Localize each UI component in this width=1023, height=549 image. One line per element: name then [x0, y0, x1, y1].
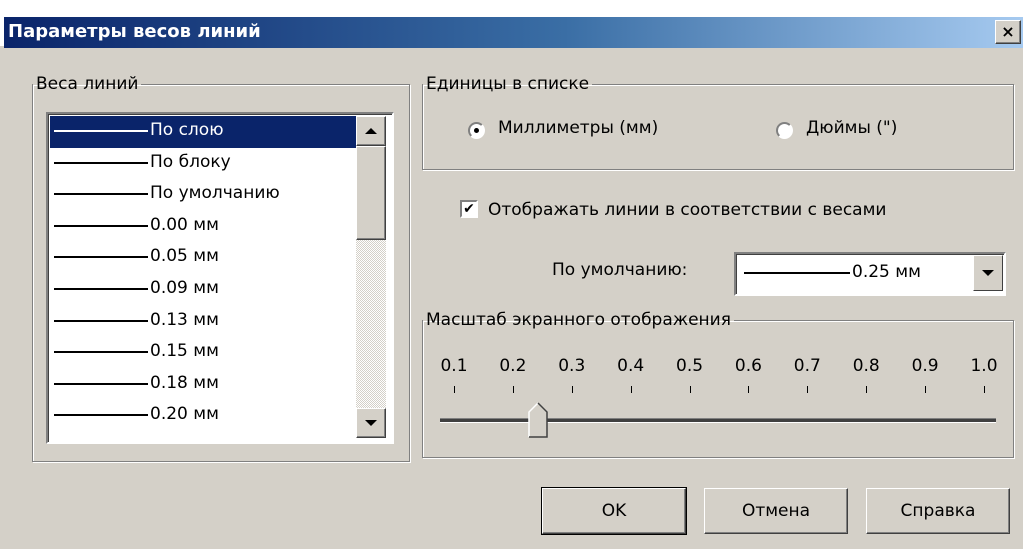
radio-selected-dot [474, 128, 479, 133]
scale-group: Масштаб экранного отображения [422, 310, 1014, 458]
scale-slider-thumb[interactable] [528, 402, 548, 438]
help-button[interactable]: Справка [866, 488, 1010, 534]
scale-tick-label: 0.2 [499, 356, 527, 376]
radio-mm[interactable] [468, 122, 485, 139]
scale-tick-mark [866, 386, 868, 393]
default-weight-value: 0.25 мм [852, 262, 921, 282]
list-item[interactable]: 0.15 мм [50, 337, 356, 369]
scroll-down-button[interactable] [356, 408, 386, 438]
list-item-label: 0.20 мм [150, 404, 219, 425]
radio-inch-label[interactable]: Дюймы (") [806, 118, 897, 138]
scale-tick-label: 1.0 [970, 356, 998, 376]
weights-scrollbar[interactable] [356, 116, 386, 438]
scale-tick-label: 0.6 [734, 356, 762, 376]
scroll-up-button[interactable] [356, 116, 386, 146]
scale-tick-label: 0.8 [852, 356, 880, 376]
list-item[interactable]: 0.13 мм [50, 306, 356, 338]
line-sample [54, 351, 148, 354]
list-item[interactable]: 0.05 мм [50, 242, 356, 274]
list-item-label: 0.09 мм [150, 277, 219, 298]
scale-tick-label: 0.9 [911, 356, 939, 376]
line-sample [54, 193, 148, 196]
line-sample [54, 382, 148, 385]
scale-tick-mark [512, 386, 514, 393]
checkmark-icon: ✔ [463, 201, 475, 217]
dropdown-button[interactable] [973, 255, 1003, 291]
chevron-down-icon [982, 270, 994, 276]
scale-tick-mark [454, 386, 455, 393]
line-sample [54, 319, 148, 322]
scale-tick-mark [689, 386, 691, 393]
list-item[interactable]: По слою [50, 116, 356, 148]
list-item[interactable]: 0.09 мм [50, 274, 356, 306]
list-item-label: По умолчанию [150, 183, 280, 204]
scale-tick-mark [925, 386, 927, 393]
scale-tick-label: 0.3 [558, 356, 586, 376]
scale-tick-label: 0.1 [440, 356, 468, 376]
scale-tick-label: 0.5 [676, 356, 704, 376]
list-item-label: 0.13 мм [150, 309, 219, 330]
scale-ticks: 0.1 0.2 0.3 0.4 0.5 0.6 0.7 0.8 0.9 1.0 [436, 356, 1002, 393]
line-sample [54, 256, 148, 259]
list-item-label: 0.00 мм [150, 214, 219, 235]
scale-tick-label: 0.4 [617, 356, 645, 376]
scale-tick-mark [807, 386, 809, 393]
list-item-label: 0.15 мм [150, 341, 219, 362]
line-sample [54, 130, 148, 132]
window-title: Параметры весов линий [8, 21, 261, 42]
weights-listbox[interactable]: По слою По блоку По умолчанию 0.00 мм 0.… [46, 112, 394, 444]
radio-mm-label[interactable]: Миллиметры (мм) [498, 118, 658, 138]
weights-list: По слою По блоку По умолчанию 0.00 мм 0.… [50, 116, 356, 432]
default-label: По умолчанию: [552, 260, 688, 280]
scale-tick-mark [748, 386, 750, 393]
list-item[interactable]: 0.00 мм [50, 211, 356, 243]
scale-tick-label: 0.7 [793, 356, 821, 376]
default-weight-dropdown[interactable]: 0.25 мм [734, 252, 1006, 296]
line-sample [54, 161, 148, 164]
arrow-up-icon [365, 128, 377, 134]
line-sample [54, 287, 148, 290]
scale-slider-track[interactable] [440, 418, 996, 423]
line-sample [54, 414, 148, 417]
cancel-button[interactable]: Отмена [704, 488, 848, 534]
scale-tick-mark [630, 386, 632, 393]
close-icon: × [1001, 22, 1015, 41]
line-sample [54, 224, 148, 227]
close-button[interactable]: × [995, 20, 1021, 44]
scale-tick-mark [571, 386, 573, 393]
list-item[interactable]: 0.18 мм [50, 369, 356, 401]
arrow-down-icon [365, 420, 377, 426]
display-lineweights-checkbox[interactable]: ✔ [460, 200, 478, 218]
list-item[interactable]: По умолчанию [50, 179, 356, 211]
list-item[interactable]: 0.20 мм [50, 400, 356, 432]
weights-group-legend: Веса линий [36, 74, 139, 94]
line-sample [744, 272, 850, 274]
list-item[interactable]: По блоку [50, 148, 356, 180]
list-item-label: По блоку [150, 151, 231, 172]
ok-button[interactable]: OK [541, 487, 687, 535]
scale-group-legend: Масштаб экранного отображения [426, 310, 731, 330]
display-lineweights-label[interactable]: Отображать линии в соответствии с весами [488, 200, 886, 220]
list-item-label: 0.05 мм [150, 246, 219, 267]
scroll-thumb[interactable] [356, 146, 386, 240]
scale-tick-mark [984, 386, 985, 393]
units-group-legend: Единицы в списке [426, 74, 590, 94]
list-item-label: По слою [150, 120, 224, 140]
list-item-label: 0.18 мм [150, 372, 219, 393]
title-bar: Параметры весов линий × [0, 0, 1023, 48]
radio-inch[interactable] [776, 122, 793, 139]
